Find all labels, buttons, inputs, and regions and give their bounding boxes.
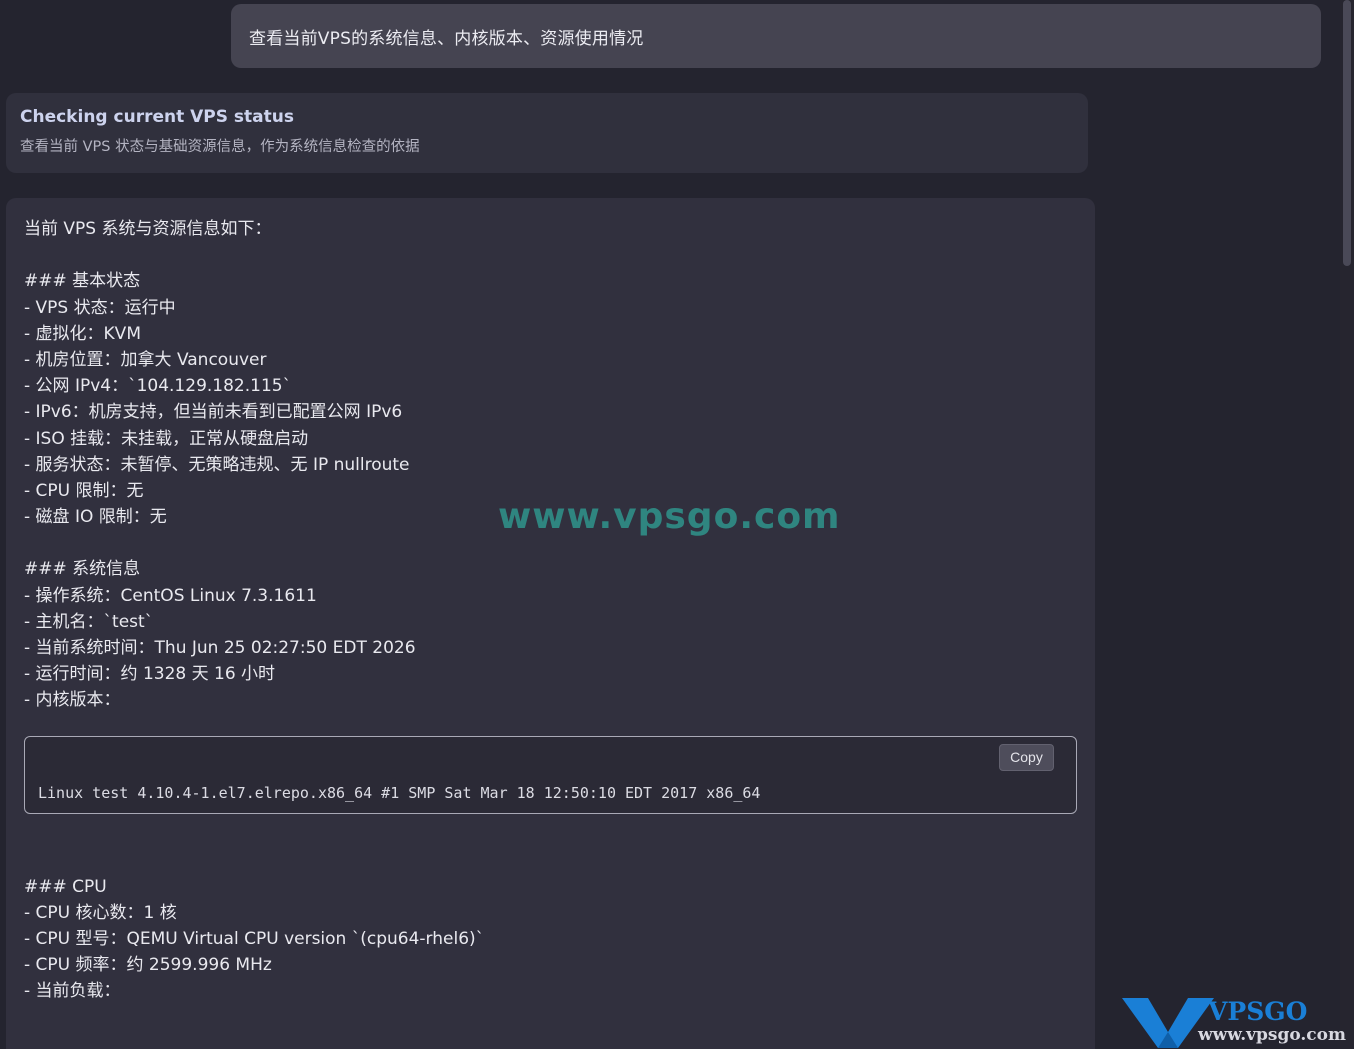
scrollbar-thumb[interactable]: [1343, 0, 1351, 266]
answer-intro: 当前 VPS 系统与资源信息如下：: [24, 219, 272, 239]
list-item: - IPv6：机房支持，但当前未看到已配置公网 IPv6: [24, 402, 403, 423]
list-item: - 主机名：`test`: [24, 611, 154, 632]
tool-status-card[interactable]: Checking current VPS status 查看当前 VPS 状态与…: [6, 93, 1088, 173]
list-item: - 当前系统时间：Thu Jun 25 02:27:50 EDT 2026: [24, 638, 416, 658]
watermark-text: www.vpsgo.com: [498, 496, 841, 537]
logo-brand: VPSGO: [1207, 997, 1307, 1026]
list-item: - 内核版本：: [24, 690, 121, 711]
assistant-answer: 当前 VPS 系统与资源信息如下： ### 基本状态 - VPS 状态：运行中 …: [6, 198, 1095, 1049]
chat-window: 查看当前VPS的系统信息、内核版本、资源使用情况 Checking curren…: [0, 0, 1354, 1049]
status-title: Checking current VPS status: [20, 107, 294, 127]
user-message-bubble: 查看当前VPS的系统信息、内核版本、资源使用情况: [231, 4, 1321, 68]
section-heading-basic: ### 基本状态: [24, 271, 141, 292]
list-item: - 当前负载：: [24, 981, 121, 1002]
section-heading-cpu: ### CPU: [24, 876, 107, 897]
scrollbar[interactable]: [1340, 0, 1354, 1049]
section-heading-system: ### 系统信息: [24, 559, 141, 580]
list-item: - 虚拟化：KVM: [24, 323, 141, 344]
copy-button[interactable]: Copy: [999, 743, 1054, 771]
list-item: - 操作系统：CentOS Linux 7.3.1611: [24, 585, 317, 606]
list-item: - 公网 IPv4：`104.129.182.115`: [24, 376, 292, 397]
list-item: - CPU 频率：约 2599.996 MHz: [24, 955, 272, 976]
list-item: - 机房位置：加拿大 Vancouver: [24, 349, 267, 370]
code-text[interactable]: Linux test 4.10.4-1.el7.elrepo.x86_64 #1…: [38, 780, 760, 806]
list-item: - CPU 核心数：1 核: [24, 902, 177, 923]
list-item: - CPU 型号：QEMU Virtual CPU version `(cpu6…: [24, 928, 485, 949]
list-item: - VPS 状态：运行中: [24, 297, 176, 318]
list-item: - 服务状态：未暂停、无策略违规、无 IP nullroute: [24, 454, 410, 475]
code-block[interactable]: Copy Linux test 4.10.4-1.el7.elrepo.x86_…: [24, 735, 1077, 814]
list-item: - ISO 挂载：未挂载，正常从硬盘启动: [24, 428, 309, 449]
vpsgo-logo: VPSGO www.vpsgo.com: [1122, 997, 1346, 1048]
user-message-text: 查看当前VPS的系统信息、内核版本、资源使用情况: [249, 28, 644, 49]
status-subtitle: 查看当前 VPS 状态与基础资源信息，作为系统信息检查的依据: [20, 139, 420, 155]
logo-url: www.vpsgo.com: [1197, 1025, 1346, 1045]
list-item: - 运行时间：约 1328 天 16 小时: [24, 664, 276, 685]
